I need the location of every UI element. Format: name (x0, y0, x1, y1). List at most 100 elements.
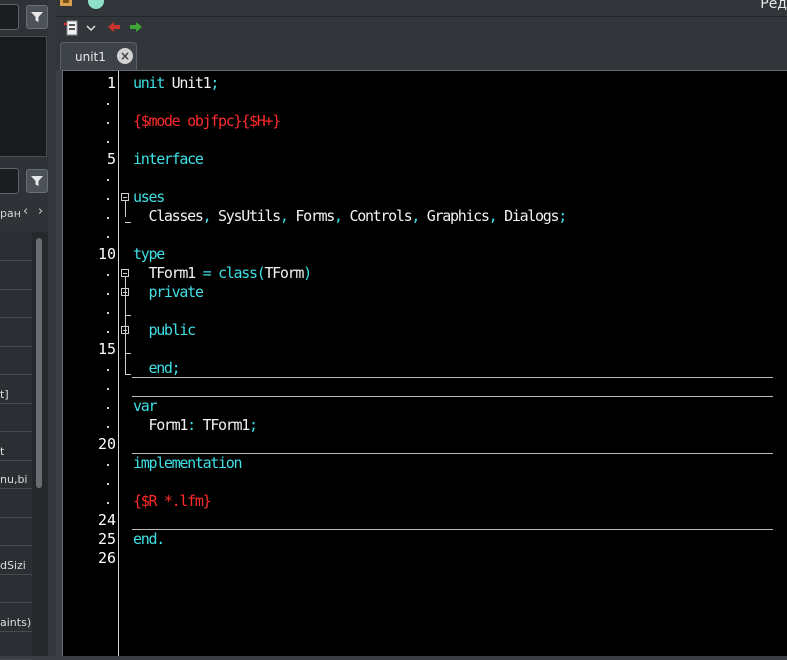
code-token: SysUtils (210, 207, 281, 225)
code-line[interactable]: type (133, 245, 165, 263)
line-number: . (104, 113, 112, 128)
scrollbar-thumb[interactable] (36, 238, 42, 488)
line-number: 20 (97, 435, 116, 453)
section-divider (132, 529, 773, 530)
line-number: . (104, 417, 112, 432)
forward-arrow-icon[interactable] (129, 20, 143, 34)
code-line[interactable]: interface (133, 150, 204, 168)
code-token: class (218, 264, 258, 282)
code-line[interactable]: {$mode objfpc}{$H+} (133, 112, 281, 130)
fold-line (125, 296, 126, 312)
property-row[interactable]: aints) (0, 616, 32, 629)
code-token: {$mode objfpc}{$H+} (133, 112, 281, 130)
code-token: , (334, 207, 343, 225)
property-row[interactable]: nu,bi (0, 473, 32, 486)
code-token: , (411, 207, 420, 225)
code-token: ; (248, 416, 258, 434)
property-row-divider (0, 516, 32, 518)
fold-line (125, 222, 131, 223)
component-icon[interactable] (58, 0, 76, 10)
code-line[interactable]: Form1: TForm1; (133, 416, 258, 434)
code-token: end (133, 359, 172, 377)
line-number: . (104, 265, 112, 280)
property-row-divider (0, 374, 32, 375)
line-number: 5 (106, 150, 116, 168)
code-line[interactable]: private (133, 283, 203, 301)
code-line[interactable]: public (133, 321, 196, 339)
property-row-divider (0, 630, 32, 632)
code-token: , (279, 207, 289, 225)
property-row[interactable]: t] (0, 388, 32, 401)
editor-tab-bar: unit1 × (56, 40, 787, 70)
section-divider (132, 453, 773, 454)
code-token: Classes (133, 207, 203, 225)
code-line[interactable]: TForm1 = class(TForm) (133, 264, 312, 282)
property-filter-input[interactable] (0, 168, 19, 194)
code-token: public (133, 321, 196, 339)
property-row-divider (0, 431, 32, 432)
line-number: 1 (106, 74, 116, 92)
fold-line (125, 334, 126, 350)
code-token: implementation (133, 454, 243, 472)
line-number: . (104, 208, 112, 223)
line-number: . (104, 493, 112, 508)
property-grid[interactable]: t] t nu,bi dSizi aints) (0, 232, 32, 660)
inspector-tab-label[interactable]: ран (0, 207, 21, 220)
fold-line (125, 315, 131, 316)
code-line[interactable]: end. (133, 530, 165, 548)
code-line[interactable]: Classes, SysUtils, Forms, Controls, Grap… (133, 207, 567, 225)
fold-toggle-icon[interactable] (121, 193, 129, 201)
property-row[interactable]: dSizi (0, 559, 32, 572)
code-line[interactable]: unit Unit1; (133, 74, 219, 92)
line-number: . (104, 398, 112, 413)
code-token: = (194, 264, 219, 282)
code-token: ; (558, 207, 567, 225)
section-divider (132, 377, 773, 378)
code-line[interactable]: end; (133, 359, 180, 377)
code-token: type (133, 245, 165, 263)
property-row-divider (0, 260, 32, 261)
code-line[interactable]: var (133, 397, 158, 415)
property-row-divider (0, 573, 32, 575)
filter-button[interactable] (26, 5, 48, 29)
code-line[interactable]: implementation (133, 454, 243, 472)
code-token: interface (133, 150, 204, 168)
code-token: . (156, 530, 165, 548)
back-arrow-icon[interactable] (107, 20, 121, 34)
fold-line (125, 277, 126, 375)
tab-unit1[interactable]: unit1 × (60, 42, 137, 70)
code-line[interactable]: {$R *.lfm} (133, 492, 212, 510)
dropdown-chevron-icon[interactable] (85, 22, 97, 34)
line-number: 24 (97, 511, 116, 529)
property-row-divider (0, 545, 32, 546)
line-number: 26 (97, 549, 116, 567)
tab-scroll-left-icon[interactable]: ‹ (23, 204, 28, 219)
line-number: . (104, 379, 112, 394)
component-filter-input[interactable] (0, 4, 19, 30)
code-token: Graphics (419, 207, 490, 225)
code-token: uses (133, 188, 165, 206)
code-token: Forms (287, 207, 335, 225)
form-toggle-icon[interactable] (63, 19, 81, 37)
component-tree[interactable] (0, 36, 47, 157)
line-number: . (104, 455, 112, 470)
fold-line (125, 353, 131, 354)
property-filter-button[interactable] (26, 169, 48, 193)
fold-toggle-icon[interactable] (121, 269, 129, 277)
code-token: TForm (264, 264, 304, 282)
code-line[interactable]: uses (133, 188, 165, 206)
line-number: . (104, 94, 112, 109)
line-number: 10 (97, 245, 116, 263)
code-token: : (187, 416, 203, 434)
fold-line (125, 374, 131, 375)
line-number: . (104, 322, 112, 337)
tab-scroll-right-icon[interactable]: › (38, 204, 43, 219)
panel-splitter[interactable] (48, 0, 56, 656)
filter-icon (31, 12, 43, 22)
code-token: ) (303, 264, 312, 282)
close-tab-icon[interactable]: × (117, 48, 133, 64)
line-number: . (104, 303, 112, 318)
property-grid-scrollbar[interactable] (32, 232, 48, 656)
property-row[interactable]: t (0, 445, 32, 458)
code-token: Dialogs (496, 207, 559, 225)
